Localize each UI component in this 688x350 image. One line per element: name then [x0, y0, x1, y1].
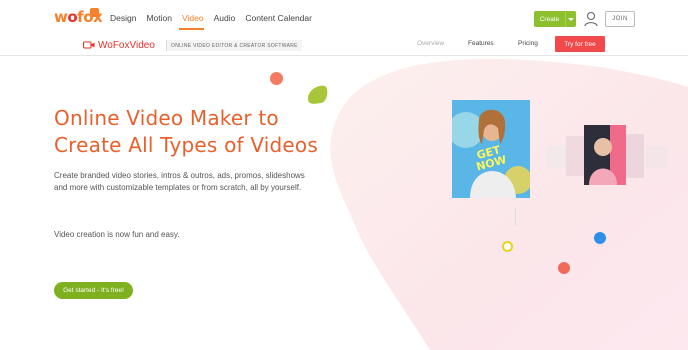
nav-item-audio[interactable]: Audio [214, 13, 236, 23]
logo-badge-icon [90, 8, 99, 17]
decor-ring-yellow [502, 241, 513, 252]
nav-item-motion[interactable]: Motion [146, 13, 172, 23]
template-thumb-back-left[interactable] [546, 146, 568, 168]
nav-item-design[interactable]: Design [110, 13, 136, 23]
try-for-free-button[interactable]: Try for free [555, 36, 605, 52]
create-button[interactable]: Create [534, 11, 576, 27]
join-button[interactable]: JOIN [605, 11, 635, 27]
subnav-pricing-link[interactable]: Pricing [518, 40, 538, 47]
template-thumb-mid-right[interactable] [626, 134, 644, 178]
card-connector-line [515, 208, 516, 226]
create-button-label: Create [539, 15, 560, 23]
decor-dot-orange [270, 72, 283, 85]
nav-item-video[interactable]: Video [182, 13, 204, 23]
product-tagline: ONLINE VIDEO EDITOR & CREATOR SOFTWARE [166, 40, 302, 51]
subnav-overview-link[interactable]: Overview [417, 40, 444, 47]
decor-dot-blue [594, 232, 606, 244]
main-nav: Design Motion Video Audio Content Calend… [110, 13, 312, 23]
active-nav-underline [179, 28, 204, 30]
hero-background-blob [330, 58, 688, 350]
hero-title: Online Video Maker to Create All Types o… [54, 105, 318, 159]
hero-title-line-2: Create All Types of Videos [54, 133, 318, 157]
product-name[interactable]: WoFoxVideo [98, 40, 155, 51]
get-started-button[interactable]: Get started - It's free! [54, 282, 133, 299]
user-icon[interactable] [584, 11, 598, 27]
create-dropdown-toggle[interactable] [565, 11, 576, 27]
nav-item-content-calendar[interactable]: Content Calendar [245, 13, 312, 23]
hero-description: Create branded video stories, intros & o… [54, 171, 305, 192]
template-thumb-back-right[interactable] [646, 146, 668, 168]
hero-section [0, 57, 688, 350]
decor-triangle-icon [307, 85, 328, 104]
video-camera-icon [83, 41, 95, 49]
hero-title-line-1: Online Video Maker to [54, 106, 279, 130]
template-thumb-front[interactable] [584, 125, 626, 185]
decor-dot-red [558, 262, 570, 274]
subnav-features-link[interactable]: Features [468, 40, 494, 47]
hero-note: Video creation is now fun and easy. [54, 230, 180, 239]
chevron-down-icon [568, 17, 574, 21]
top-navbar: wofox Design Motion Video Audio Content … [0, 0, 688, 36]
template-thumb-mid-left[interactable] [566, 136, 586, 176]
